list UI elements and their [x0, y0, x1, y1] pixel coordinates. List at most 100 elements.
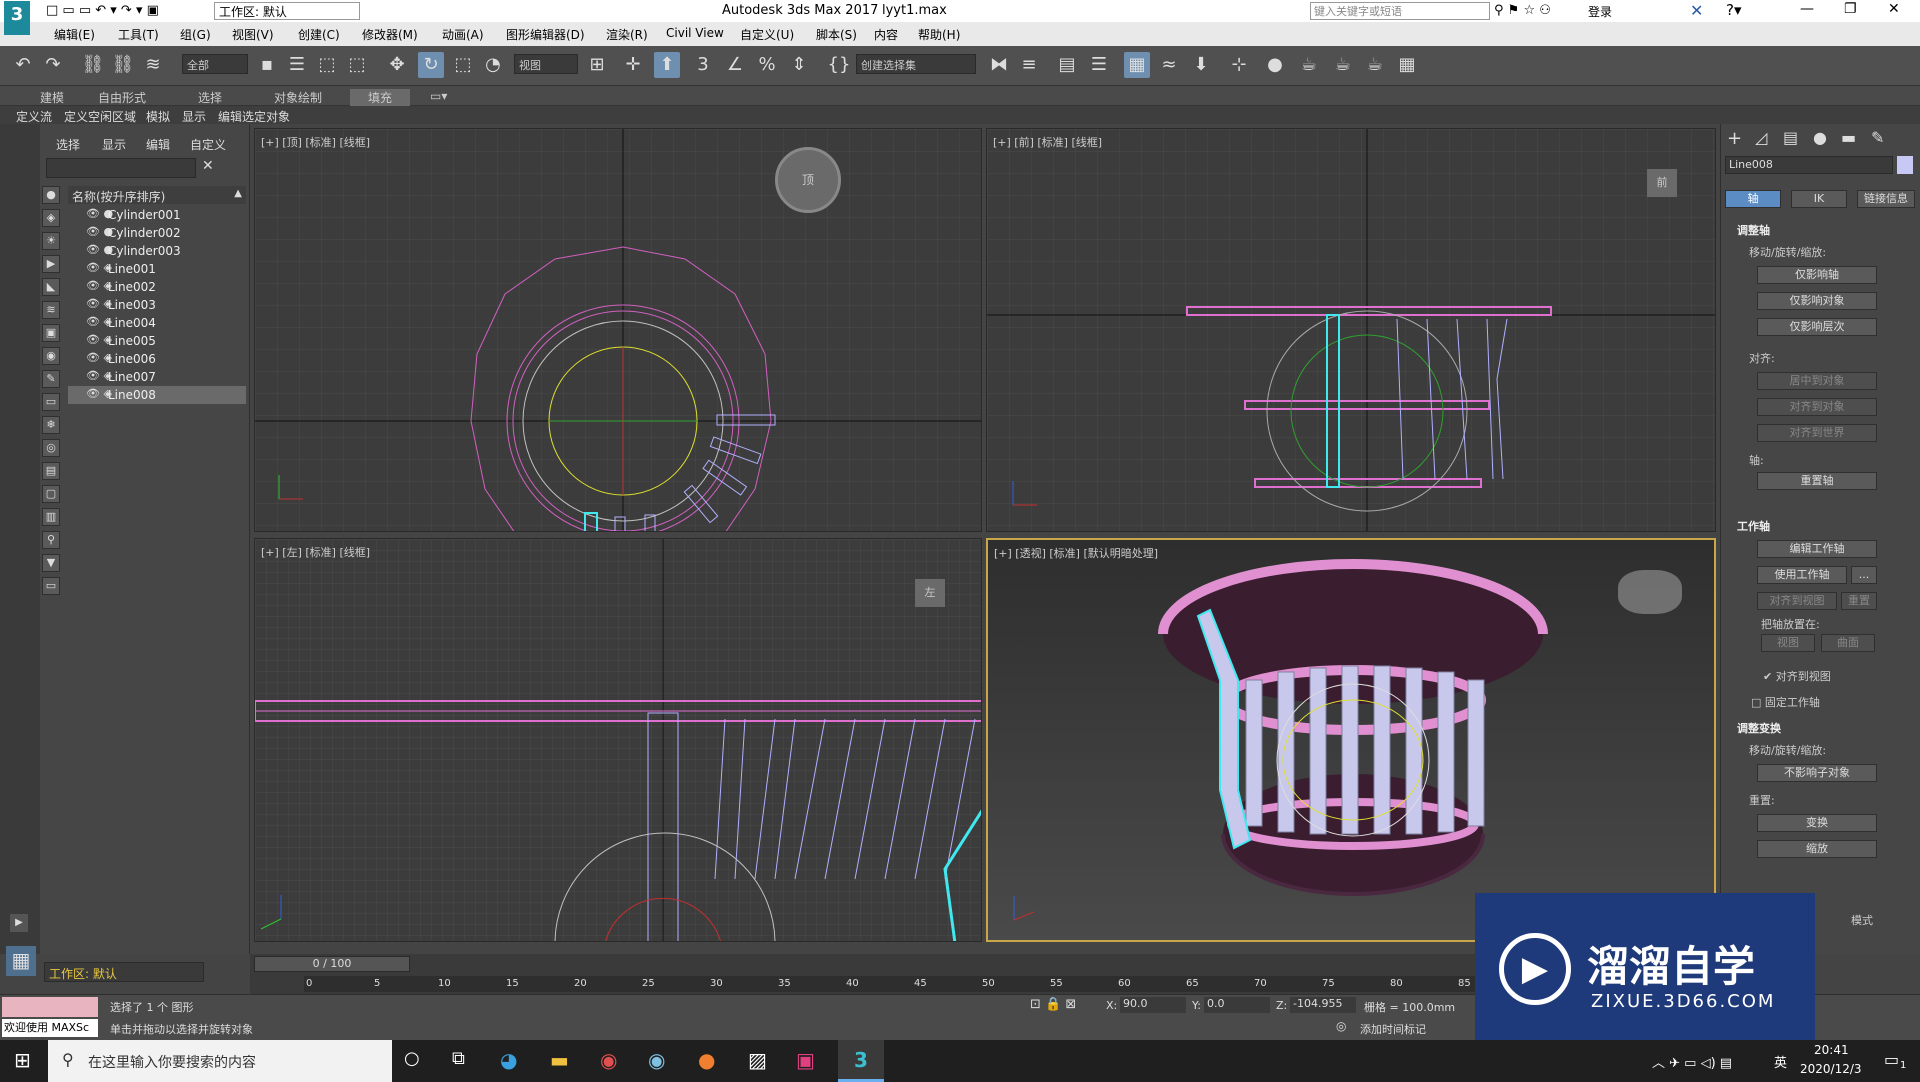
- filter-bones-icon[interactable]: ✎: [42, 370, 60, 388]
- filter-groups-icon[interactable]: ▣: [42, 324, 60, 342]
- dope-sheet-icon[interactable]: ⬇: [1188, 52, 1214, 78]
- filter-frozen-icon[interactable]: ❄: [42, 416, 60, 434]
- app-icon-2[interactable]: ◉: [648, 1048, 665, 1072]
- find-icon[interactable]: ⚲: [42, 531, 60, 549]
- lock-working-pivot-checkbox[interactable]: □ 固定工作轴: [1751, 694, 1820, 710]
- list-item[interactable]: 👁 ◈ Line003: [68, 296, 246, 314]
- list-item-selected[interactable]: 👁 ◈ Line008: [68, 386, 246, 404]
- hierarchy-tab-icon[interactable]: ▤: [1783, 128, 1798, 147]
- working-pivot-more-button[interactable]: ...: [1851, 566, 1877, 584]
- expand-arrow-icon[interactable]: ▶: [10, 914, 28, 932]
- select-by-name-icon[interactable]: ☰: [284, 52, 310, 78]
- task-view-icon[interactable]: ⧉: [452, 1048, 465, 1069]
- list-item[interactable]: 👁 ● Cylinder001: [68, 206, 246, 224]
- menu-civil-view[interactable]: Civil View: [666, 26, 724, 40]
- z-coordinate-field[interactable]: -104.955: [1290, 997, 1356, 1013]
- edit-named-selection-icon[interactable]: {}: [826, 52, 852, 78]
- align-to-view-button[interactable]: 对齐到视图: [1757, 592, 1837, 610]
- viewport-left[interactable]: [+] [左] [标准] [线框] 左: [254, 538, 982, 942]
- list-item[interactable]: 👁 ◈ Line002: [68, 278, 246, 296]
- menu-graph-editors[interactable]: 图形编辑器(D): [506, 26, 585, 43]
- lock-selection-icon[interactable]: ⊡ 🔒 ⊠: [1030, 997, 1076, 1012]
- ref-coord-dropdown[interactable]: 视图: [514, 54, 578, 74]
- place-icon[interactable]: ◔: [480, 52, 506, 78]
- object-color-swatch[interactable]: [1897, 156, 1913, 174]
- taskbar-search-input[interactable]: ⚲ 在这里输入你要搜索的内容: [48, 1040, 392, 1082]
- redo-icon[interactable]: ↷: [40, 52, 66, 78]
- center-to-object-button[interactable]: 居中到对象: [1757, 372, 1877, 390]
- percent-snap-icon[interactable]: %: [754, 52, 780, 78]
- viewport-perspective[interactable]: [+] [透视] [标准] [默认明暗处理]: [986, 538, 1716, 942]
- login-button[interactable]: 登录: [1588, 3, 1612, 20]
- reset-pivot-button[interactable]: 重置轴: [1757, 472, 1877, 490]
- firefox-icon[interactable]: ●: [698, 1048, 715, 1072]
- object-name-field[interactable]: Line008: [1725, 156, 1893, 174]
- snap-3d-icon[interactable]: 3: [690, 52, 716, 78]
- display-invert-icon[interactable]: ▥: [42, 508, 60, 526]
- edit-working-pivot-button[interactable]: 编辑工作轴: [1757, 540, 1877, 558]
- menu-modifiers[interactable]: 修改器(M): [362, 26, 418, 43]
- scene-explorer-icon[interactable]: ▦: [1124, 52, 1150, 78]
- menu-content[interactable]: 内容: [874, 26, 898, 43]
- affect-pivot-only-button[interactable]: 仅影响轴: [1757, 266, 1877, 284]
- list-item[interactable]: 👁 ● Cylinder002: [68, 224, 246, 242]
- maxscript-mini-listener[interactable]: 欢迎使用 MAXSc: [2, 1019, 98, 1037]
- undo-icon[interactable]: ↶: [10, 52, 36, 78]
- minimize-icon[interactable]: —: [1800, 1, 1814, 17]
- align-to-world-button[interactable]: 对齐到世界: [1757, 424, 1877, 442]
- app-icon-4[interactable]: ▣: [796, 1048, 815, 1072]
- maximize-icon[interactable]: ❐: [1844, 1, 1857, 17]
- viewport-label[interactable]: [+] [透视] [标准] [默认明暗处理]: [994, 545, 1158, 561]
- rect-selection-icon[interactable]: ⬚: [314, 52, 340, 78]
- angle-snap-icon[interactable]: ∠: [722, 52, 748, 78]
- time-tag-icon[interactable]: ◎: [1336, 1019, 1346, 1033]
- mirror-icon[interactable]: ⧓: [986, 52, 1012, 78]
- place-view-button[interactable]: 视图: [1761, 634, 1815, 652]
- scene-search-input[interactable]: [46, 158, 196, 178]
- ribbon-tab-freeform[interactable]: 自由形式: [98, 89, 146, 106]
- clock-time[interactable]: 20:41: [1814, 1043, 1849, 1057]
- clear-search-icon[interactable]: ✕: [202, 158, 214, 174]
- app-icon-1[interactable]: ◉: [600, 1048, 617, 1072]
- utilities-tab-icon[interactable]: ✎: [1871, 128, 1884, 147]
- reset-working-pivot-button[interactable]: 重置: [1841, 592, 1877, 610]
- render-setup-icon[interactable]: ☕: [1296, 52, 1322, 78]
- filter-geometry-icon[interactable]: ●: [42, 186, 60, 204]
- windows-start-icon[interactable]: ⊞: [14, 1048, 31, 1072]
- tab-pivot[interactable]: 轴: [1725, 190, 1781, 208]
- affect-hierarchy-only-button[interactable]: 仅影响层次: [1757, 318, 1877, 336]
- input-language[interactable]: 英: [1774, 1052, 1787, 1071]
- maxscript-listener[interactable]: [2, 997, 98, 1017]
- spinner-snap-icon[interactable]: ⇕: [786, 52, 812, 78]
- menu-tools[interactable]: 工具(T): [118, 26, 159, 43]
- use-working-pivot-button[interactable]: 使用工作轴: [1757, 566, 1847, 584]
- x-coordinate-field[interactable]: 90.0: [1120, 997, 1186, 1013]
- align-icon[interactable]: ≡: [1016, 52, 1042, 78]
- rollout-working-pivot[interactable]: 工作轴: [1737, 518, 1770, 534]
- viewport-label[interactable]: [+] [左] [标准] [线框]: [261, 544, 370, 560]
- pivot-center-icon[interactable]: ⊞: [584, 52, 610, 78]
- scene-menu-select[interactable]: 选择: [56, 136, 80, 153]
- bind-spacewarp-icon[interactable]: ≋: [140, 52, 166, 78]
- help-search-icons[interactable]: ⚲ ⚑ ☆ ⚇: [1494, 3, 1551, 18]
- layer-icon[interactable]: ▭: [42, 577, 60, 595]
- close-x-icon[interactable]: ✕: [1690, 1, 1703, 20]
- filter-spacewarps-icon[interactable]: ≋: [42, 301, 60, 319]
- tab-link-info[interactable]: 链接信息: [1857, 190, 1915, 208]
- viewport-label[interactable]: [+] [顶] [标准] [线框]: [261, 134, 370, 150]
- time-slider-control[interactable]: 0 / 100: [254, 956, 410, 972]
- layer-explorer-icon[interactable]: ▤: [1054, 52, 1080, 78]
- cortana-icon[interactable]: ○: [404, 1048, 420, 1069]
- filter-shapes-icon[interactable]: ◈: [42, 209, 60, 227]
- menu-scripting[interactable]: 脚本(S): [816, 26, 857, 43]
- quick-access-icons[interactable]: □ ▭ ▭ ↶ ▾ ↷ ▾ ▣: [46, 3, 159, 18]
- menu-animation[interactable]: 动画(A): [442, 26, 484, 43]
- render-icon[interactable]: ☕: [1362, 52, 1388, 78]
- ribbon-tab-selection[interactable]: 选择: [198, 89, 222, 106]
- viewport-layout-icon[interactable]: ▦: [6, 946, 36, 976]
- ribbon-simulate[interactable]: 模拟: [146, 108, 170, 125]
- list-item[interactable]: 👁 ◈ Line001: [68, 260, 246, 278]
- filter-xrefs-icon[interactable]: ◉: [42, 347, 60, 365]
- rendered-frame-icon[interactable]: ☕: [1330, 52, 1356, 78]
- viewport-label[interactable]: [+] [前] [标准] [线框]: [993, 134, 1102, 150]
